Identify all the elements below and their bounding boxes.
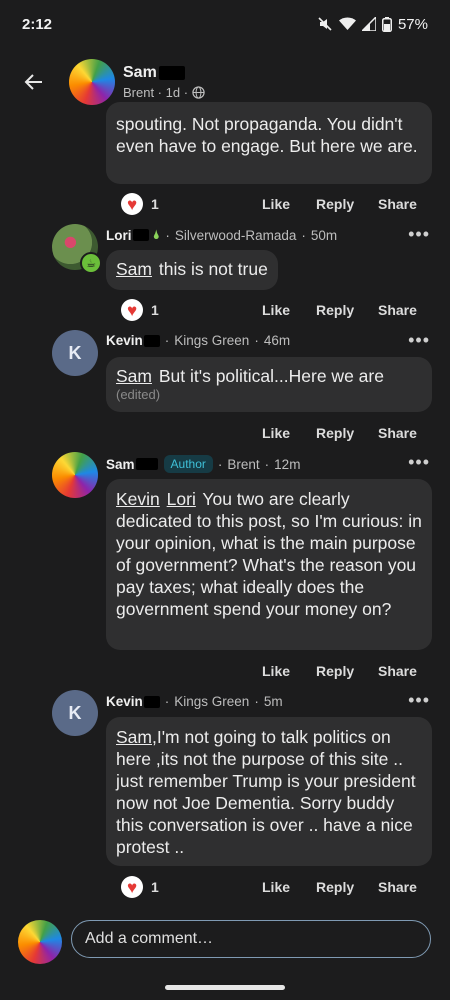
signal-icon: [361, 17, 376, 31]
author-badge: Author: [163, 455, 213, 473]
redaction: [158, 66, 185, 80]
mention-link[interactable]: Lori: [167, 489, 196, 509]
wifi-icon: [338, 17, 356, 31]
reaction-summary[interactable]: ♥ 1: [121, 876, 159, 898]
commenter-avatar[interactable]: [52, 452, 98, 498]
comment-actions-2: Like Reply Share: [121, 421, 421, 445]
comment-bubble-1: Sam this is not true: [106, 250, 278, 290]
more-options-icon[interactable]: •••: [408, 330, 430, 351]
comment-time: 50m: [310, 227, 338, 243]
comment-bubble-4: Sam,I'm not going to talk politics on he…: [106, 717, 432, 866]
comment-time: 46m: [263, 333, 291, 348]
author-meta: Brent · 1d ·: [123, 85, 189, 100]
battery-level: 57%: [397, 15, 428, 33]
reaction-count: 1: [151, 196, 159, 212]
leaf-badge-icon: 🌢: [152, 227, 161, 242]
globe-icon: [192, 86, 205, 99]
author-avatar[interactable]: [69, 59, 115, 105]
like-button[interactable]: Like: [262, 302, 290, 318]
reply-button[interactable]: Reply: [316, 663, 354, 679]
status-time: 2:12: [22, 15, 53, 33]
comment-text: But it's political...Here we are: [158, 366, 384, 386]
redaction: [143, 334, 160, 347]
mention-link[interactable]: Sam: [116, 366, 152, 386]
comment-text: this is not true: [158, 259, 268, 279]
comment-actions-0: ♥ 1 Like Reply Share: [121, 192, 421, 216]
reaction-summary[interactable]: ♥ 1: [121, 299, 159, 321]
commenter-place: Kings Green: [174, 694, 250, 709]
share-button[interactable]: Share: [378, 196, 417, 212]
reaction-count: 1: [151, 879, 159, 895]
reply-button[interactable]: Reply: [316, 302, 354, 318]
heart-reaction-icon: ♥: [121, 193, 143, 215]
comment-header: Kevin · Kings Green · 46m: [106, 333, 291, 348]
share-button[interactable]: Share: [378, 663, 417, 679]
back-button[interactable]: [20, 68, 48, 96]
comment-placeholder: Add a comment…: [85, 930, 214, 947]
comment-text: You two are clearly dedicated to this po…: [116, 489, 422, 619]
commenter-name[interactable]: Sam: [106, 457, 135, 472]
author-name[interactable]: Sam: [123, 64, 157, 82]
comment-actions-4: ♥ 1 Like Reply Share: [121, 875, 421, 899]
comment-bubble-3: Kevin Lori You two are clearly dedicated…: [106, 479, 432, 650]
back-arrow-icon: [24, 74, 42, 90]
like-button[interactable]: Like: [262, 425, 290, 441]
commenter-avatar[interactable]: K: [52, 330, 98, 376]
status-icons: 57%: [317, 16, 428, 33]
comment-text: ,I'm not going to talk politics on here …: [116, 727, 416, 857]
reaction-summary[interactable]: ♥ 1: [121, 193, 159, 215]
commenter-avatar[interactable]: K: [52, 690, 98, 736]
comment-header: Lori 🌢 · Silverwood-Ramada · 50m: [106, 227, 338, 243]
comment-composer: Add a comment…: [0, 908, 450, 1000]
comment-actions-1: ♥ 1 Like Reply Share: [121, 298, 421, 322]
like-button[interactable]: Like: [262, 879, 290, 895]
reply-button[interactable]: Reply: [316, 425, 354, 441]
comment-bubble-0: spouting. Not propaganda. You didn't eve…: [106, 102, 432, 184]
more-options-icon[interactable]: •••: [408, 224, 430, 245]
battery-icon: [381, 16, 392, 32]
comment-text: spouting. Not propaganda. You didn't eve…: [116, 114, 418, 156]
reply-button[interactable]: Reply: [316, 196, 354, 212]
reply-button[interactable]: Reply: [316, 879, 354, 895]
commenter-place: Silverwood-Ramada: [174, 227, 297, 243]
edited-label: (edited): [116, 387, 161, 402]
add-comment-input[interactable]: Add a comment…: [71, 920, 431, 958]
like-button[interactable]: Like: [262, 196, 290, 212]
coffee-badge-icon: ☕: [80, 252, 102, 274]
comment-time: 5m: [263, 694, 283, 709]
commenter-name[interactable]: Lori: [106, 228, 132, 243]
comment-bubble-2: Sam But it's political...Here we are (ed…: [106, 357, 432, 412]
comment-header: Sam Author · Brent · 12m: [106, 455, 301, 473]
home-indicator[interactable]: [165, 985, 285, 990]
redaction: [143, 695, 160, 708]
mute-icon: [317, 16, 333, 32]
commenter-name[interactable]: Kevin: [106, 333, 143, 348]
share-button[interactable]: Share: [378, 879, 417, 895]
author-info: Sam Brent · 1d ·: [123, 64, 205, 100]
heart-reaction-icon: ♥: [121, 299, 143, 321]
status-bar: 2:12 57%: [0, 0, 450, 48]
redaction: [132, 229, 149, 241]
like-button[interactable]: Like: [262, 663, 290, 679]
share-button[interactable]: Share: [378, 425, 417, 441]
comment-header: Kevin · Kings Green · 5m: [106, 694, 283, 709]
redaction: [135, 458, 158, 470]
heart-reaction-icon: ♥: [121, 876, 143, 898]
share-button[interactable]: Share: [378, 302, 417, 318]
commenter-place: Brent: [227, 456, 260, 472]
more-options-icon[interactable]: •••: [408, 690, 430, 711]
my-avatar[interactable]: [18, 920, 62, 964]
avatar-initial: K: [68, 702, 82, 723]
comment-actions-3: Like Reply Share: [121, 659, 421, 683]
commenter-name[interactable]: Kevin: [106, 694, 143, 709]
more-options-icon[interactable]: •••: [408, 452, 430, 473]
mention-link[interactable]: Kevin: [116, 489, 160, 509]
comment-time: 12m: [274, 456, 301, 472]
reaction-count: 1: [151, 302, 159, 318]
avatar-initial: K: [68, 342, 82, 363]
mention-link[interactable]: Sam: [116, 727, 152, 747]
mention-link[interactable]: Sam: [116, 259, 152, 279]
commenter-place: Kings Green: [174, 333, 250, 348]
